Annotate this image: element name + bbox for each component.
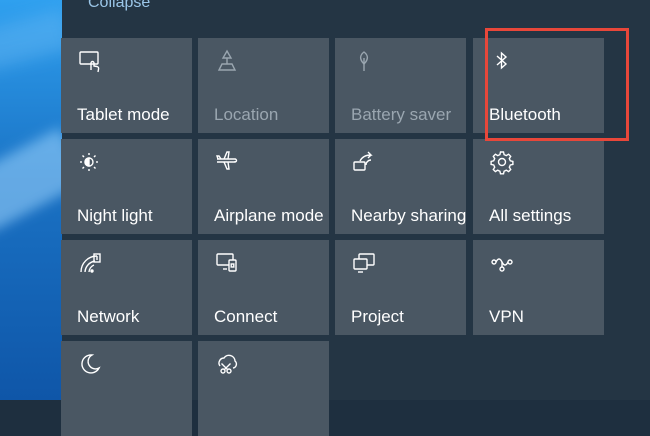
focus-assist-moon-icon [77,351,103,377]
tile-night-light[interactable]: Night light [61,139,192,234]
tile-label: Tablet mode [77,105,170,124]
airplane-icon [214,149,240,175]
tile-label: Location [214,105,279,124]
tile-label: Network [77,307,140,326]
tile-battery-saver[interactable]: Battery saver [335,38,466,133]
gear-icon [489,149,515,175]
tile-project[interactable]: Project [335,240,466,335]
collapse-link[interactable]: Collapse [88,0,150,12]
snip-sketch-icon [214,351,240,377]
tile-label: VPN [489,307,524,326]
tile-vpn[interactable]: VPN [473,240,604,335]
project-icon [351,250,377,276]
desktop-light-streak [0,9,62,71]
tile-focus-assist[interactable] [61,341,192,436]
desktop-light-streak [0,127,62,233]
tile-airplane-mode[interactable]: Airplane mode [198,139,329,234]
tile-nearby-sharing[interactable]: Nearby sharing [335,139,466,234]
tile-all-settings[interactable]: All settings [473,139,604,234]
tile-label: Airplane mode [214,206,324,225]
vpn-icon [489,250,515,276]
tile-label: Connect [214,307,278,326]
tile-label: Night light [77,206,153,225]
tile-bluetooth[interactable]: Bluetooth [473,38,604,133]
nearby-sharing-icon [351,149,377,175]
tile-label: Nearby sharing [351,206,467,225]
tile-tablet-mode[interactable]: Tablet mode [61,38,192,133]
network-icon [77,250,103,276]
tile-location[interactable]: Location [198,38,329,133]
bluetooth-icon [489,48,515,74]
tile-network[interactable]: Network [61,240,192,335]
tile-label: Bluetooth [489,105,561,124]
tile-label: Project [351,307,404,326]
night-light-icon [77,149,103,175]
location-icon [214,48,240,74]
battery-saver-icon [351,48,377,74]
tile-connect[interactable]: Connect [198,240,329,335]
desktop-background [0,0,62,400]
connect-icon [214,250,240,276]
tile-snip-sketch[interactable] [198,341,329,436]
action-center-panel: Collapse Tablet mode Location Battery sa… [61,0,650,436]
tile-label: All settings [489,206,572,225]
tablet-mode-icon [77,48,103,74]
tile-label: Battery saver [351,105,452,124]
